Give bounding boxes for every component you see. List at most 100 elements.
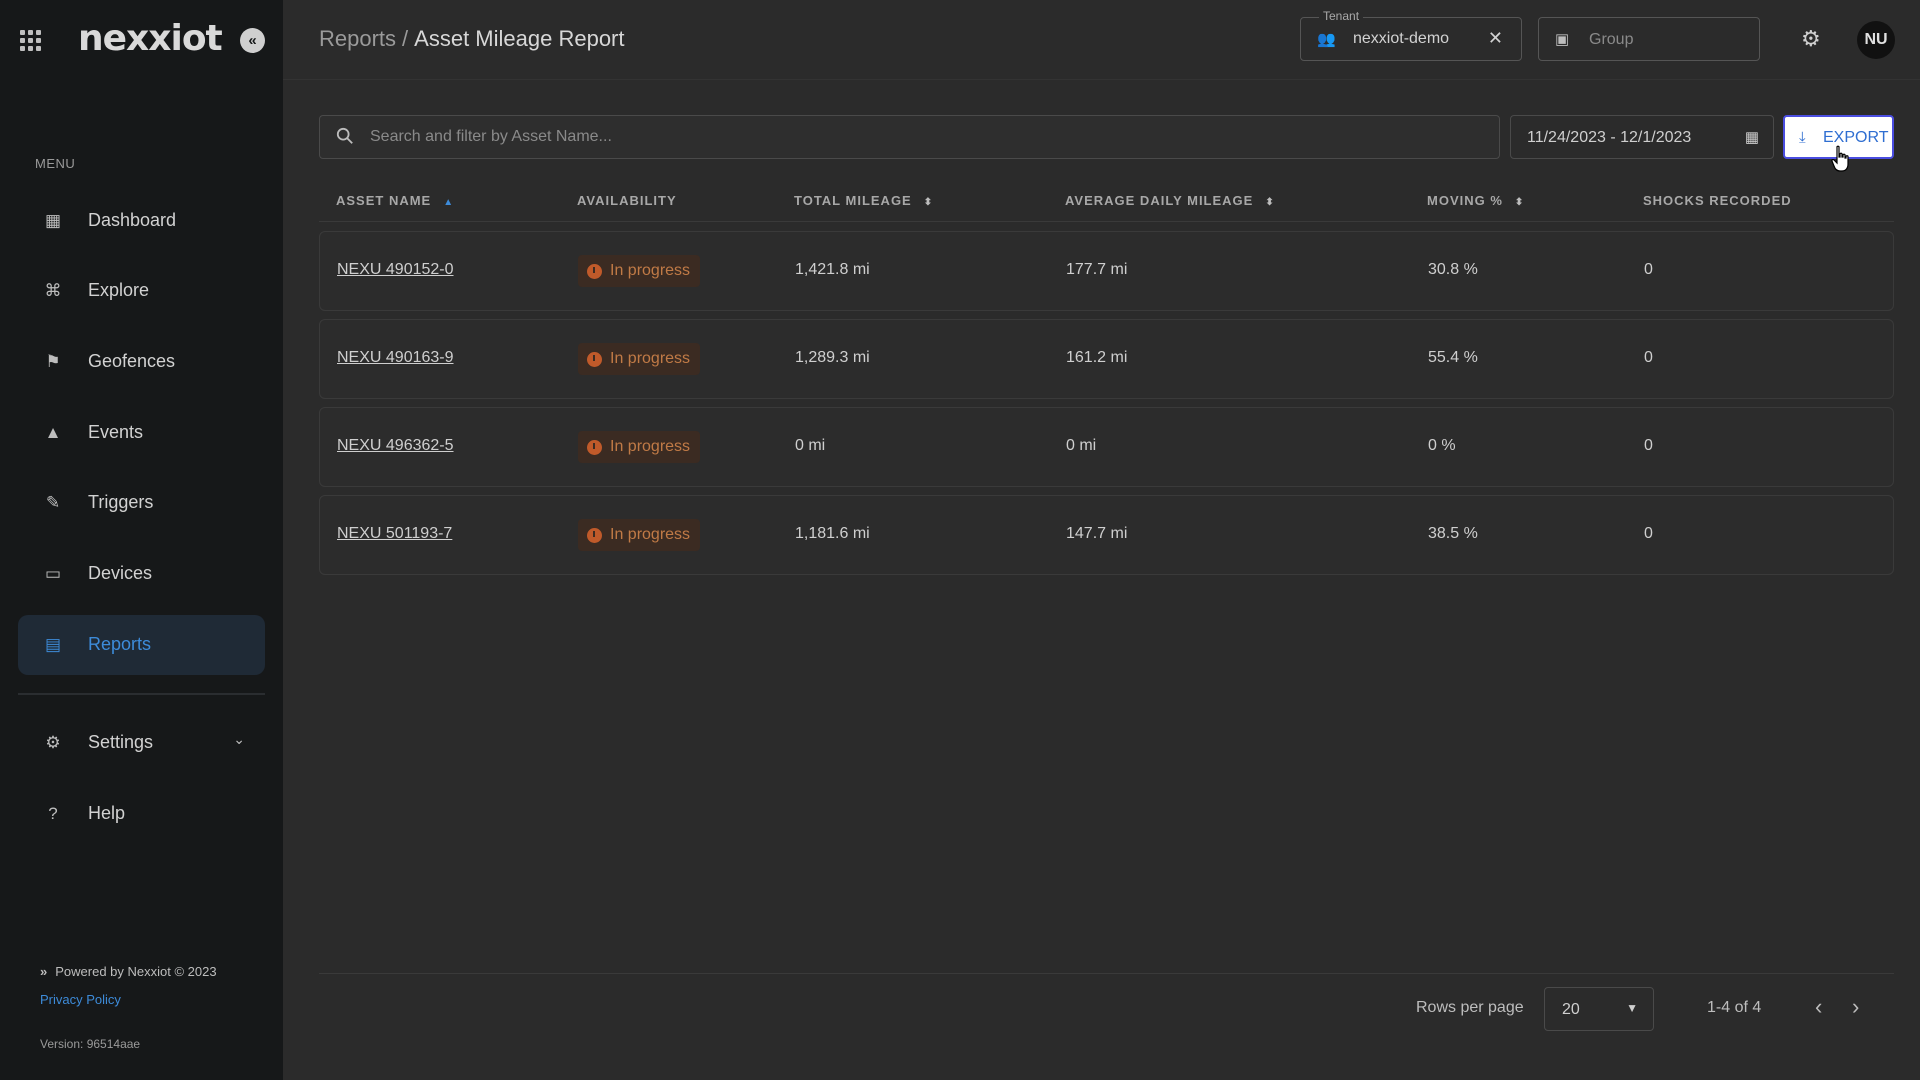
clock-icon [587,264,602,279]
column-header-average-daily-mileage[interactable]: AVERAGE DAILY MILEAGE ⬍ [1065,193,1275,208]
sidebar: nexxiot « MENU ▦ Dashboard ⌘ Explore ⚑ G… [0,0,283,1080]
shocks-recorded: 0 [1644,437,1653,454]
table-row[interactable]: NEXU 501193-7 In progress 1,181.6 mi 147… [319,495,1894,575]
average-daily-mileage: 177.7 mi [1066,261,1128,278]
clear-tenant-icon[interactable]: ✕ [1488,28,1503,49]
table-footer-divider [319,973,1894,974]
group-icon: ▣ [1555,31,1570,48]
date-range-picker[interactable]: 11/24/2023 - 12/1/2023 ▦ [1510,115,1774,159]
sidebar-item-triggers[interactable]: ✎ Triggers [18,473,265,533]
column-header-label: AVAILABILITY [577,193,677,208]
sidebar-item-help[interactable]: ? Help [18,784,265,844]
sidebar-header: nexxiot « [0,0,283,80]
sidebar-item-explore[interactable]: ⌘ Explore [18,261,265,321]
tenant-label: Tenant [1319,9,1364,23]
calendar-icon[interactable]: ▦ [1745,128,1759,146]
avatar[interactable]: NU [1857,21,1895,59]
powered-by: » Powered by Nexxiot © 2023 [40,964,217,979]
next-page-icon[interactable]: › [1852,994,1859,1020]
gear-icon: ⚙ [45,733,61,752]
sort-icon[interactable]: ⬍ [1515,197,1524,208]
clock-icon [587,440,602,455]
status-badge: In progress [578,519,701,551]
version-text: Version: 96514aae [40,1037,141,1051]
document-icon: ▤ [44,635,62,654]
average-daily-mileage: 147.7 mi [1066,525,1128,542]
total-mileage: 1,289.3 mi [795,349,870,366]
sidebar-item-reports[interactable]: ▤ Reports [18,615,265,675]
shocks-recorded: 0 [1644,349,1653,366]
menu-label: MENU [35,156,76,171]
column-header-asset-name[interactable]: ASSET NAME ▲ [336,193,454,208]
sidebar-item-devices[interactable]: ▭ Devices [18,544,265,604]
previous-page-icon[interactable]: ‹ [1815,994,1822,1020]
total-mileage: 1,181.6 mi [795,525,870,542]
sidebar-item-label: Events [88,422,144,442]
sidebar-item-dashboard[interactable]: ▦ Dashboard [18,191,265,251]
status-text: In progress [610,526,691,543]
clock-icon [587,352,602,367]
apps-grid-icon[interactable] [20,30,41,51]
status-badge: In progress [578,431,701,463]
warning-icon: ▲ [44,423,62,442]
settings-gear-icon[interactable]: ⚙ [1801,26,1821,52]
group-placeholder: Group [1589,31,1634,48]
column-header-label: SHOCKS RECORDED [1643,193,1792,208]
breadcrumb-separator: / [402,26,409,51]
dashboard-icon: ▦ [44,211,62,230]
users-icon: 👥 [1317,31,1336,48]
sidebar-item-geofences[interactable]: ⚑ Geofences [18,332,265,392]
column-header-availability: AVAILABILITY [577,193,677,208]
rows-per-page-select[interactable]: 20 ▼ [1544,987,1654,1031]
column-header-total-mileage[interactable]: TOTAL MILEAGE ⬍ [794,193,933,208]
status-text: In progress [610,262,691,279]
sort-icon[interactable]: ⬍ [924,197,933,208]
status-badge: In progress [578,255,701,287]
column-header-label: ASSET NAME [336,193,432,208]
group-select[interactable]: ▣ Group [1538,17,1760,61]
table-row[interactable]: NEXU 496362-5 In progress 0 mi 0 mi 0 % … [319,407,1894,487]
tenant-value: nexxiot-demo [1353,30,1450,47]
sort-ascending-icon[interactable]: ▲ [443,197,454,208]
hand-cursor-icon [1831,145,1849,172]
asset-link[interactable]: NEXU 501193-7 [337,525,452,542]
sidebar-item-events[interactable]: ▲ Events [18,403,265,463]
column-header-moving[interactable]: MOVING % ⬍ [1427,193,1524,208]
rows-per-page-label: Rows per page [1416,999,1524,1016]
sidebar-divider [18,693,265,695]
asset-link[interactable]: NEXU 490152-0 [337,261,454,278]
rows-per-page-value: 20 [1562,1001,1580,1018]
shocks-recorded: 0 [1644,525,1653,542]
shocks-recorded: 0 [1644,261,1653,278]
help-icon: ? [48,804,58,823]
logo: nexxiot [78,18,223,59]
status-text: In progress [610,438,691,455]
sidebar-item-label: Help [88,803,126,823]
average-daily-mileage: 0 mi [1066,437,1097,454]
sidebar-item-label: Settings [88,732,154,752]
sort-icon[interactable]: ⬍ [1265,197,1274,208]
table-row[interactable]: NEXU 490163-9 In progress 1,289.3 mi 161… [319,319,1894,399]
privacy-policy-link[interactable]: Privacy Policy [40,992,121,1007]
column-header-label: AVERAGE DAILY MILEAGE [1065,193,1254,208]
asset-link[interactable]: NEXU 490163-9 [337,349,454,366]
caret-down-icon: ▼ [1626,1001,1638,1015]
asset-link[interactable]: NEXU 496362-5 [337,437,454,454]
cast-icon: ▭ [44,564,62,583]
tenant-select[interactable]: Tenant 👥 nexxiot-demo ✕ [1300,9,1522,61]
sidebar-item-settings[interactable]: ⚙ Settings ⌄ [18,713,265,773]
sidebar-item-label: Explore [88,280,150,300]
sidebar-item-label: Triggers [88,492,154,512]
sidebar-item-label: Reports [88,634,152,654]
breadcrumb-reports[interactable]: Reports [319,26,396,51]
pagination-range: 1-4 of 4 [1707,999,1762,1016]
collapse-sidebar-button[interactable]: « [240,28,265,53]
date-range-value: 11/24/2023 - 12/1/2023 [1527,129,1692,146]
column-header-shocks-recorded: SHOCKS RECORDED [1643,193,1792,208]
moving-percent: 38.5 % [1428,525,1478,542]
table-row[interactable]: NEXU 490152-0 In progress 1,421.8 mi 177… [319,231,1894,311]
average-daily-mileage: 161.2 mi [1066,349,1128,366]
search-input[interactable] [370,124,1480,150]
search-box [319,115,1500,159]
page-title: Asset Mileage Report [414,26,625,51]
